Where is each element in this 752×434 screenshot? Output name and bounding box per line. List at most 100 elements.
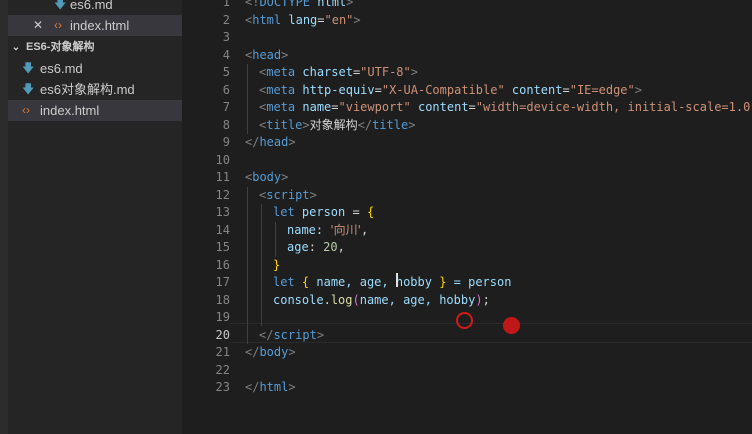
- tok: ;: [482, 292, 490, 307]
- explorer-item-index-html-open[interactable]: ✕ ‹› index.html: [8, 15, 182, 36]
- tok: DOCTYPE: [259, 0, 311, 9]
- tok: >: [353, 12, 361, 27]
- indent-guide: [247, 186, 248, 344]
- tok: name, age, hobby: [309, 275, 440, 289]
- line-number: 5: [222, 65, 230, 79]
- explorer-folder-es6[interactable]: ⌄ ES6-对象解构: [8, 37, 182, 58]
- tok: "UTF-8": [360, 65, 411, 79]
- tok: =: [345, 205, 367, 219]
- tok: http-equiv: [295, 82, 375, 97]
- text-cursor-icon: [396, 273, 398, 287]
- tok: <!: [245, 0, 260, 9]
- code-line-21: </body>: [245, 344, 296, 362]
- line-number: 23: [215, 380, 230, 394]
- line-number: 17: [215, 275, 230, 289]
- close-icon[interactable]: ✕: [32, 15, 44, 36]
- tok: </: [245, 380, 260, 394]
- tok: =: [331, 100, 339, 114]
- tok: >: [288, 135, 296, 149]
- tok: body: [252, 170, 282, 184]
- tok: =: [562, 82, 570, 97]
- tok: content: [410, 100, 469, 114]
- markdown-icon: 🡇: [22, 61, 35, 75]
- code-line-23: </html>: [245, 379, 296, 397]
- explorer-item-label: es6.md: [40, 61, 83, 76]
- indent-guide: [247, 64, 248, 134]
- code-line-6: <meta http-equiv="X-UA-Compatible" conte…: [259, 82, 642, 100]
- code-area[interactable]: <!DOCTYPE html> <html lang="en"> <head> …: [245, 0, 752, 434]
- code-line-16: }: [273, 257, 280, 275]
- tok: >: [309, 187, 317, 202]
- line-number: 6: [222, 82, 230, 97]
- explorer-item-index-html[interactable]: ‹› index.html: [8, 100, 182, 121]
- line-number-current: 20: [215, 327, 230, 342]
- tok: head: [252, 47, 282, 62]
- tok: </: [259, 327, 274, 342]
- code-line-18: console.log(name, age, hobby);: [273, 292, 490, 310]
- tok: [295, 275, 302, 289]
- tok: head: [259, 135, 289, 149]
- tok: ,: [360, 222, 369, 237]
- line-number: 3: [222, 30, 230, 44]
- explorer-item-es6-md[interactable]: 🡇 es6.md: [8, 58, 182, 79]
- tok: = person: [446, 275, 512, 289]
- tok: charset: [295, 65, 353, 79]
- tok: >: [410, 65, 418, 79]
- code-editor[interactable]: 1 2 3 4 5 6 7 8 9 10 11 12 13 14 15 16 1…: [182, 0, 752, 434]
- line-number: 14: [215, 222, 230, 237]
- line-number: 2: [222, 12, 230, 27]
- mouse-click-ring-icon: [456, 312, 473, 329]
- chevron-down-icon: ⌄: [11, 42, 21, 53]
- explorer-item-label: es6对象解构.md: [40, 82, 135, 97]
- tok: "en": [324, 12, 354, 27]
- code-line-9: </head>: [245, 134, 296, 152]
- line-number: 8: [222, 117, 230, 132]
- code-line-8: <title>对象解构</title>: [259, 117, 415, 135]
- code-line-7: <meta name="viewport" content="width=dev…: [259, 99, 752, 117]
- line-number: 10: [215, 152, 230, 167]
- tok: =: [374, 82, 382, 97]
- code-line-11: <body>: [245, 169, 288, 187]
- tok: html: [310, 0, 347, 9]
- code-line-4: <head>: [245, 47, 288, 65]
- tok: >: [316, 327, 325, 342]
- line-number: 21: [215, 345, 230, 359]
- explorer-item-label: index.html: [40, 103, 100, 118]
- code-line-12: <script>: [259, 187, 317, 205]
- indent-guide: [261, 204, 262, 326]
- line-number: 13: [215, 205, 230, 219]
- explorer-item-es6-destructure-md[interactable]: 🡇 es6对象解构.md: [8, 79, 182, 100]
- tok: '向川': [330, 222, 361, 237]
- mouse-pointer-dot-icon: [503, 317, 520, 334]
- tok: </: [357, 117, 373, 132]
- tok: </: [245, 345, 260, 359]
- tok: :: [308, 240, 324, 254]
- tok: name: [287, 222, 316, 237]
- tok: let: [273, 205, 295, 219]
- tok: >: [634, 82, 642, 97]
- tok: >: [288, 380, 296, 394]
- tok: >: [281, 47, 289, 62]
- line-number: 15: [215, 240, 230, 254]
- explorer-item-label: index.html: [70, 18, 130, 33]
- tok: =: [468, 100, 476, 114]
- line-number: 1: [222, 0, 230, 9]
- tok: >: [346, 0, 354, 9]
- tok: ,: [337, 240, 345, 254]
- tok: script: [273, 327, 317, 342]
- explorer-item-es6-md[interactable]: 🡇 es6.md: [8, 0, 182, 15]
- tok: "X-UA-Compatible": [381, 82, 505, 97]
- code-line-20: </script>: [259, 327, 324, 345]
- tok: (: [352, 292, 360, 307]
- explorer-folder-label: ES6-对象解构: [26, 41, 95, 53]
- explorer-sidebar: 🡇 es6.md ✕ ‹› index.html ⌄ ES6-对象解构 🡇 es…: [0, 0, 182, 434]
- tok: </: [245, 135, 260, 149]
- tok: ): [475, 292, 483, 307]
- html-file-icon: ‹›: [54, 18, 62, 32]
- tok: person: [294, 205, 346, 219]
- markdown-icon: 🡇: [22, 82, 35, 96]
- code-line-1: <!DOCTYPE html>: [245, 0, 353, 12]
- tok: html: [259, 380, 289, 394]
- code-line-15: age: 20,: [287, 239, 345, 257]
- tok: >: [408, 117, 416, 132]
